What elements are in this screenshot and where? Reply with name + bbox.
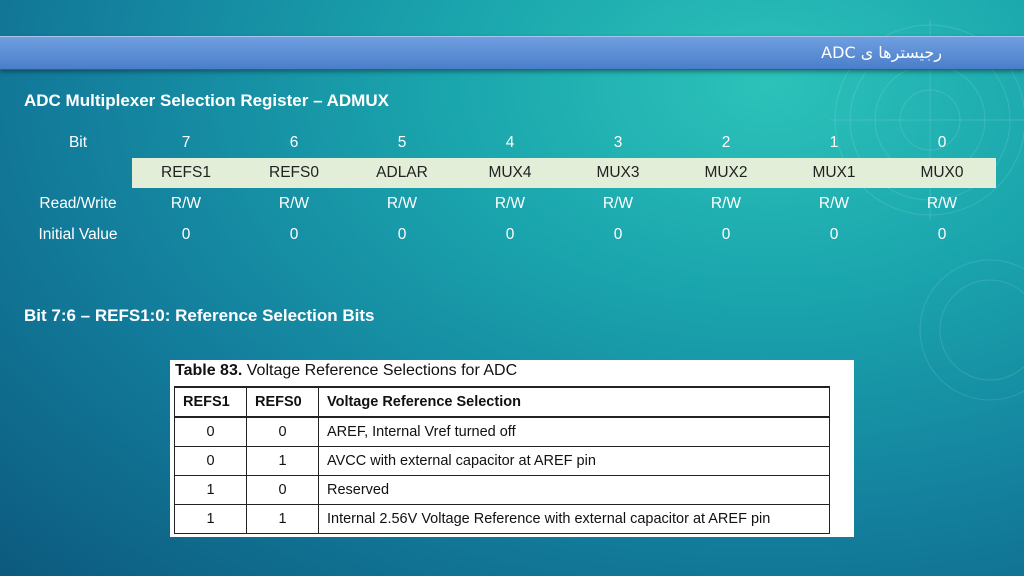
bit-number: 6 — [289, 134, 299, 151]
initial-value: 0 — [613, 226, 623, 243]
field-name: ADLAR — [348, 158, 457, 188]
bit-number: 2 — [721, 134, 731, 151]
table-cell: Reserved — [318, 475, 830, 505]
column-header: REFS0 — [246, 386, 319, 418]
table-cell: 1 — [246, 504, 319, 534]
table-title: Voltage Reference Selections for ADC — [246, 362, 518, 379]
initial-value: 0 — [721, 226, 731, 243]
initial-value: 0 — [937, 226, 947, 243]
bit-number: 7 — [181, 134, 191, 151]
access-value: R/W — [602, 195, 634, 212]
bit-label: Bit — [68, 134, 88, 151]
access-value: R/W — [494, 195, 526, 212]
field-name: MUX1 — [780, 158, 889, 188]
table-cell: 1 — [174, 504, 247, 534]
initial-value-label: Initial Value — [38, 226, 118, 243]
table-row: 1 1 Internal 2.56V Voltage Reference wit… — [174, 504, 830, 534]
column-header: Voltage Reference Selection — [318, 386, 830, 418]
bit-number: 3 — [613, 134, 623, 151]
bit-number: 5 — [397, 134, 407, 151]
table-cell: 0 — [174, 446, 247, 476]
table-cell: 0 — [246, 475, 319, 505]
table-row: 0 1 AVCC with external capacitor at AREF… — [174, 446, 830, 476]
initial-value: 0 — [289, 226, 299, 243]
initial-value: 0 — [181, 226, 191, 243]
field-name: MUX4 — [456, 158, 565, 188]
refs-bits-heading: Bit 7:6 – REFS1:0: Reference Selection B… — [24, 306, 375, 325]
column-header: REFS1 — [174, 386, 247, 418]
table-cell: AVCC with external capacitor at AREF pin — [318, 446, 830, 476]
table-caption: Table 83. Voltage Reference Selections f… — [175, 362, 517, 380]
bit-number: 0 — [937, 134, 947, 151]
initial-value: 0 — [397, 226, 407, 243]
table-cell: AREF, Internal Vref turned off — [318, 416, 830, 447]
table-cell: 1 — [246, 446, 319, 476]
access-value: R/W — [170, 195, 202, 212]
access-value: R/W — [710, 195, 742, 212]
slide-title-bar: رجیسترها ی ADC — [0, 36, 1024, 70]
table-row: 0 0 AREF, Internal Vref turned off — [174, 416, 830, 447]
initial-value: 0 — [829, 226, 839, 243]
field-name: REFS1 — [132, 158, 241, 188]
voltage-reference-table-image: Table 83. Voltage Reference Selections f… — [170, 360, 854, 537]
table-cell: 0 — [174, 416, 247, 447]
field-name: MUX2 — [672, 158, 781, 188]
bit-number: 1 — [829, 134, 839, 151]
voltage-reference-table: REFS1 REFS0 Voltage Reference Selection … — [174, 386, 830, 534]
field-name: MUX0 — [888, 158, 996, 188]
access-value: R/W — [278, 195, 310, 212]
table-row: 1 0 Reserved — [174, 475, 830, 505]
table-number: Table 83. — [175, 362, 243, 379]
field-name: REFS0 — [240, 158, 349, 188]
read-write-label: Read/Write — [39, 195, 117, 212]
table-cell: 1 — [174, 475, 247, 505]
field-name: MUX3 — [564, 158, 673, 188]
table-cell: Internal 2.56V Voltage Reference with ex… — [318, 504, 830, 534]
slide-title: رجیسترها ی ADC — [821, 43, 942, 62]
bit-number: 4 — [505, 134, 515, 151]
table-cell: 0 — [246, 416, 319, 447]
access-value: R/W — [386, 195, 418, 212]
access-value: R/W — [926, 195, 958, 212]
access-value: R/W — [818, 195, 850, 212]
register-heading: ADC Multiplexer Selection Register – ADM… — [24, 91, 389, 110]
initial-value: 0 — [505, 226, 515, 243]
table-header-row: REFS1 REFS0 Voltage Reference Selection — [174, 386, 830, 418]
